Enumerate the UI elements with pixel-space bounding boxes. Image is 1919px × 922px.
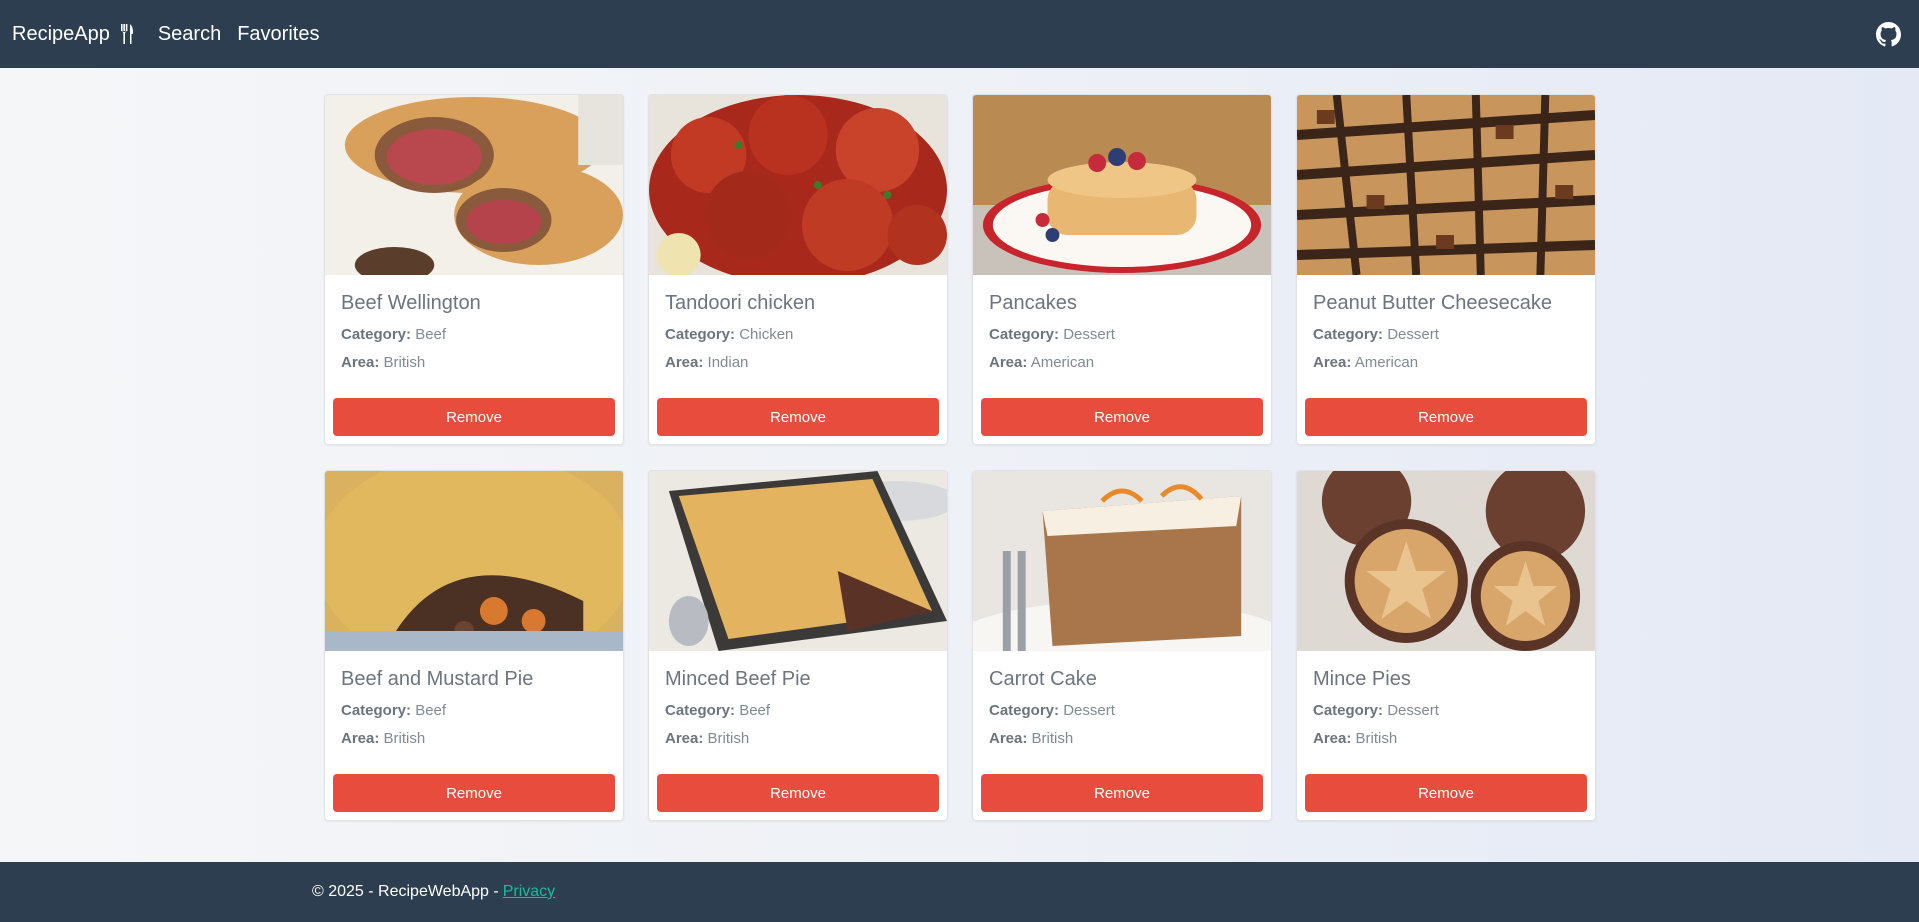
navbar: RecipeApp Search Favorites <box>0 0 1919 68</box>
recipe-image <box>1297 471 1595 651</box>
category-value: Beef <box>739 702 771 719</box>
remove-button[interactable]: Remove <box>657 398 939 436</box>
footer-copyright: © 2025 - RecipeWebApp - <box>312 883 499 900</box>
area-label: Area: <box>989 730 1028 747</box>
recipe-card: Peanut Butter Cheesecake Category: Desse… <box>1296 94 1596 445</box>
github-icon[interactable] <box>1876 22 1901 47</box>
recipe-image <box>325 471 623 651</box>
utensils-icon <box>120 24 134 44</box>
remove-button[interactable]: Remove <box>1305 398 1587 436</box>
area-label: Area: <box>665 354 704 371</box>
area-label: Area: <box>1313 354 1352 371</box>
category-value: Dessert <box>1387 702 1439 719</box>
recipe-card: Minced Beef Pie Category: Beef Area: Bri… <box>648 470 948 821</box>
nav-search-link[interactable]: Search <box>158 23 221 46</box>
area-value: British <box>1355 730 1398 747</box>
recipe-title: Beef and Mustard Pie <box>341 668 534 690</box>
privacy-link[interactable]: Privacy <box>503 883 555 901</box>
remove-button[interactable]: Remove <box>981 398 1263 436</box>
area-value: American <box>1354 354 1419 371</box>
category-value: Dessert <box>1063 702 1115 719</box>
recipe-title: Peanut Butter Cheesecake <box>1313 292 1553 314</box>
remove-button[interactable]: Remove <box>657 774 939 812</box>
area-label: Area: <box>1313 730 1352 747</box>
footer: © 2025 - RecipeWebApp - Privacy <box>0 862 1919 922</box>
favorites-grid: Beef Wellington Category: Beef Area: Bri… <box>324 94 1596 821</box>
recipe-image <box>649 95 947 275</box>
remove-button[interactable]: Remove <box>1305 774 1587 812</box>
recipe-title: Carrot Cake <box>989 668 1097 690</box>
recipe-card: Mince Pies Category: Dessert Area: Briti… <box>1296 470 1596 821</box>
category-label: Category: <box>341 702 412 719</box>
category-value: Beef <box>415 702 447 719</box>
area-label: Area: <box>341 730 380 747</box>
recipe-image <box>325 95 623 275</box>
area-label: Area: <box>665 730 704 747</box>
remove-button[interactable]: Remove <box>333 774 615 812</box>
recipe-image <box>973 95 1271 275</box>
recipe-title: Pancakes <box>989 292 1077 314</box>
brand-link[interactable]: RecipeApp <box>12 23 134 46</box>
category-label: Category: <box>989 326 1060 343</box>
category-value: Chicken <box>739 326 794 343</box>
category-label: Category: <box>665 326 736 343</box>
category-label: Category: <box>1313 702 1384 719</box>
recipe-title: Mince Pies <box>1313 668 1411 690</box>
category-label: Category: <box>665 702 736 719</box>
area-value: Indian <box>707 354 749 371</box>
recipe-image <box>1297 95 1595 275</box>
category-label: Category: <box>1313 326 1384 343</box>
recipe-card: Carrot Cake Category: Dessert Area: Brit… <box>972 470 1272 821</box>
area-value: British <box>707 730 750 747</box>
recipe-title: Minced Beef Pie <box>665 668 811 690</box>
area-value: British <box>1031 730 1074 747</box>
brand-label: RecipeApp <box>12 22 110 45</box>
remove-button[interactable]: Remove <box>333 398 615 436</box>
area-value: British <box>383 354 426 371</box>
recipe-card: Tandoori chicken Category: Chicken Area:… <box>648 94 948 445</box>
recipe-card: Pancakes Category: Dessert Area: America… <box>972 94 1272 445</box>
nav-favorites-link[interactable]: Favorites <box>237 23 319 46</box>
recipe-image <box>649 471 947 651</box>
category-value: Dessert <box>1387 326 1439 343</box>
category-label: Category: <box>989 702 1060 719</box>
remove-button[interactable]: Remove <box>981 774 1263 812</box>
area-value: American <box>1030 354 1095 371</box>
recipe-card: Beef Wellington Category: Beef Area: Bri… <box>324 94 624 445</box>
category-value: Dessert <box>1063 326 1115 343</box>
category-value: Beef <box>415 326 447 343</box>
recipe-title: Tandoori chicken <box>665 292 816 314</box>
area-value: British <box>383 730 426 747</box>
recipe-title: Beef Wellington <box>341 292 481 314</box>
area-label: Area: <box>989 354 1028 371</box>
recipe-card: Beef and Mustard Pie Category: Beef Area… <box>324 470 624 821</box>
recipe-image <box>973 471 1271 651</box>
area-label: Area: <box>341 354 380 371</box>
category-label: Category: <box>341 326 412 343</box>
